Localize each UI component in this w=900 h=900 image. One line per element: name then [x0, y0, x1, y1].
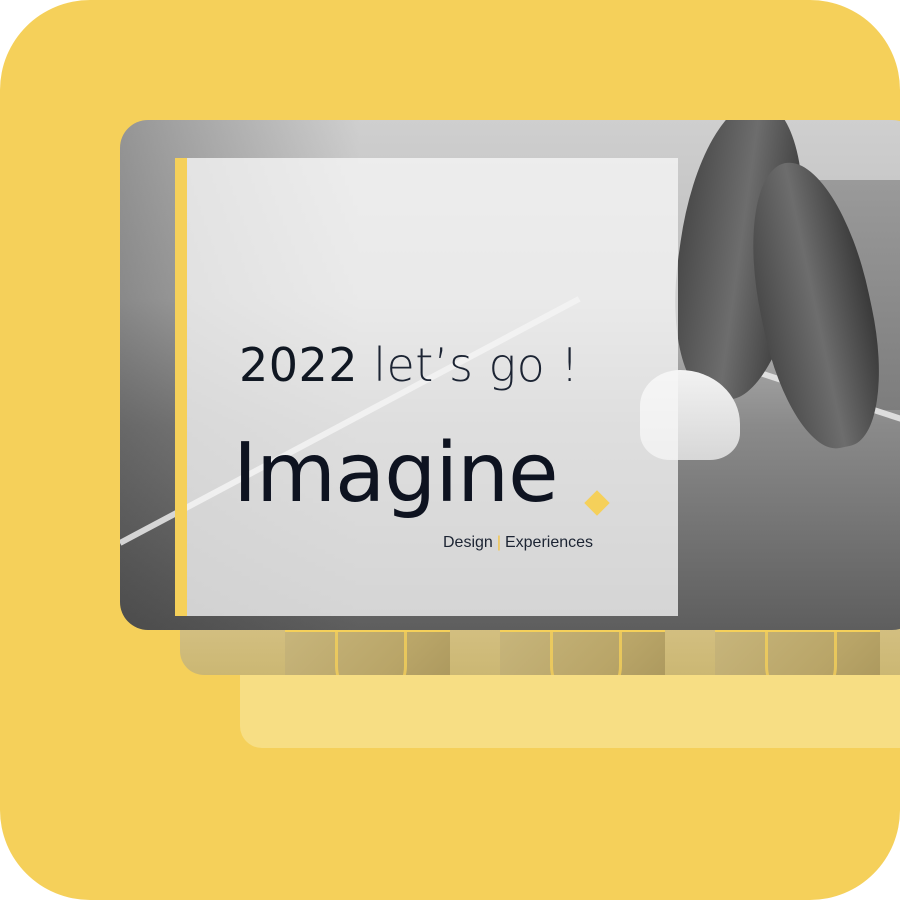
thumbnail-1	[285, 630, 450, 675]
background-tile: 2022 let’s go ! Imagine Design | Experienc…	[0, 0, 900, 900]
headline-text: let’s go !	[373, 338, 580, 392]
brand-name: Imagine	[233, 426, 559, 521]
tagline: Design | Experiences	[443, 534, 593, 552]
tagline-right: Experiences	[504, 534, 594, 551]
thumbnail-3	[715, 630, 880, 675]
tagline-separator: |	[496, 534, 501, 551]
headline: 2022 let’s go !	[239, 338, 579, 392]
card-accent-bar	[175, 158, 187, 616]
headline-year: 2022	[239, 338, 359, 392]
diamond-icon	[584, 490, 610, 516]
title-card: 2022 let’s go ! Imagine Design | Experienc…	[175, 158, 678, 616]
tagline-left: Design	[443, 534, 493, 551]
thumbnail-2	[500, 630, 665, 675]
